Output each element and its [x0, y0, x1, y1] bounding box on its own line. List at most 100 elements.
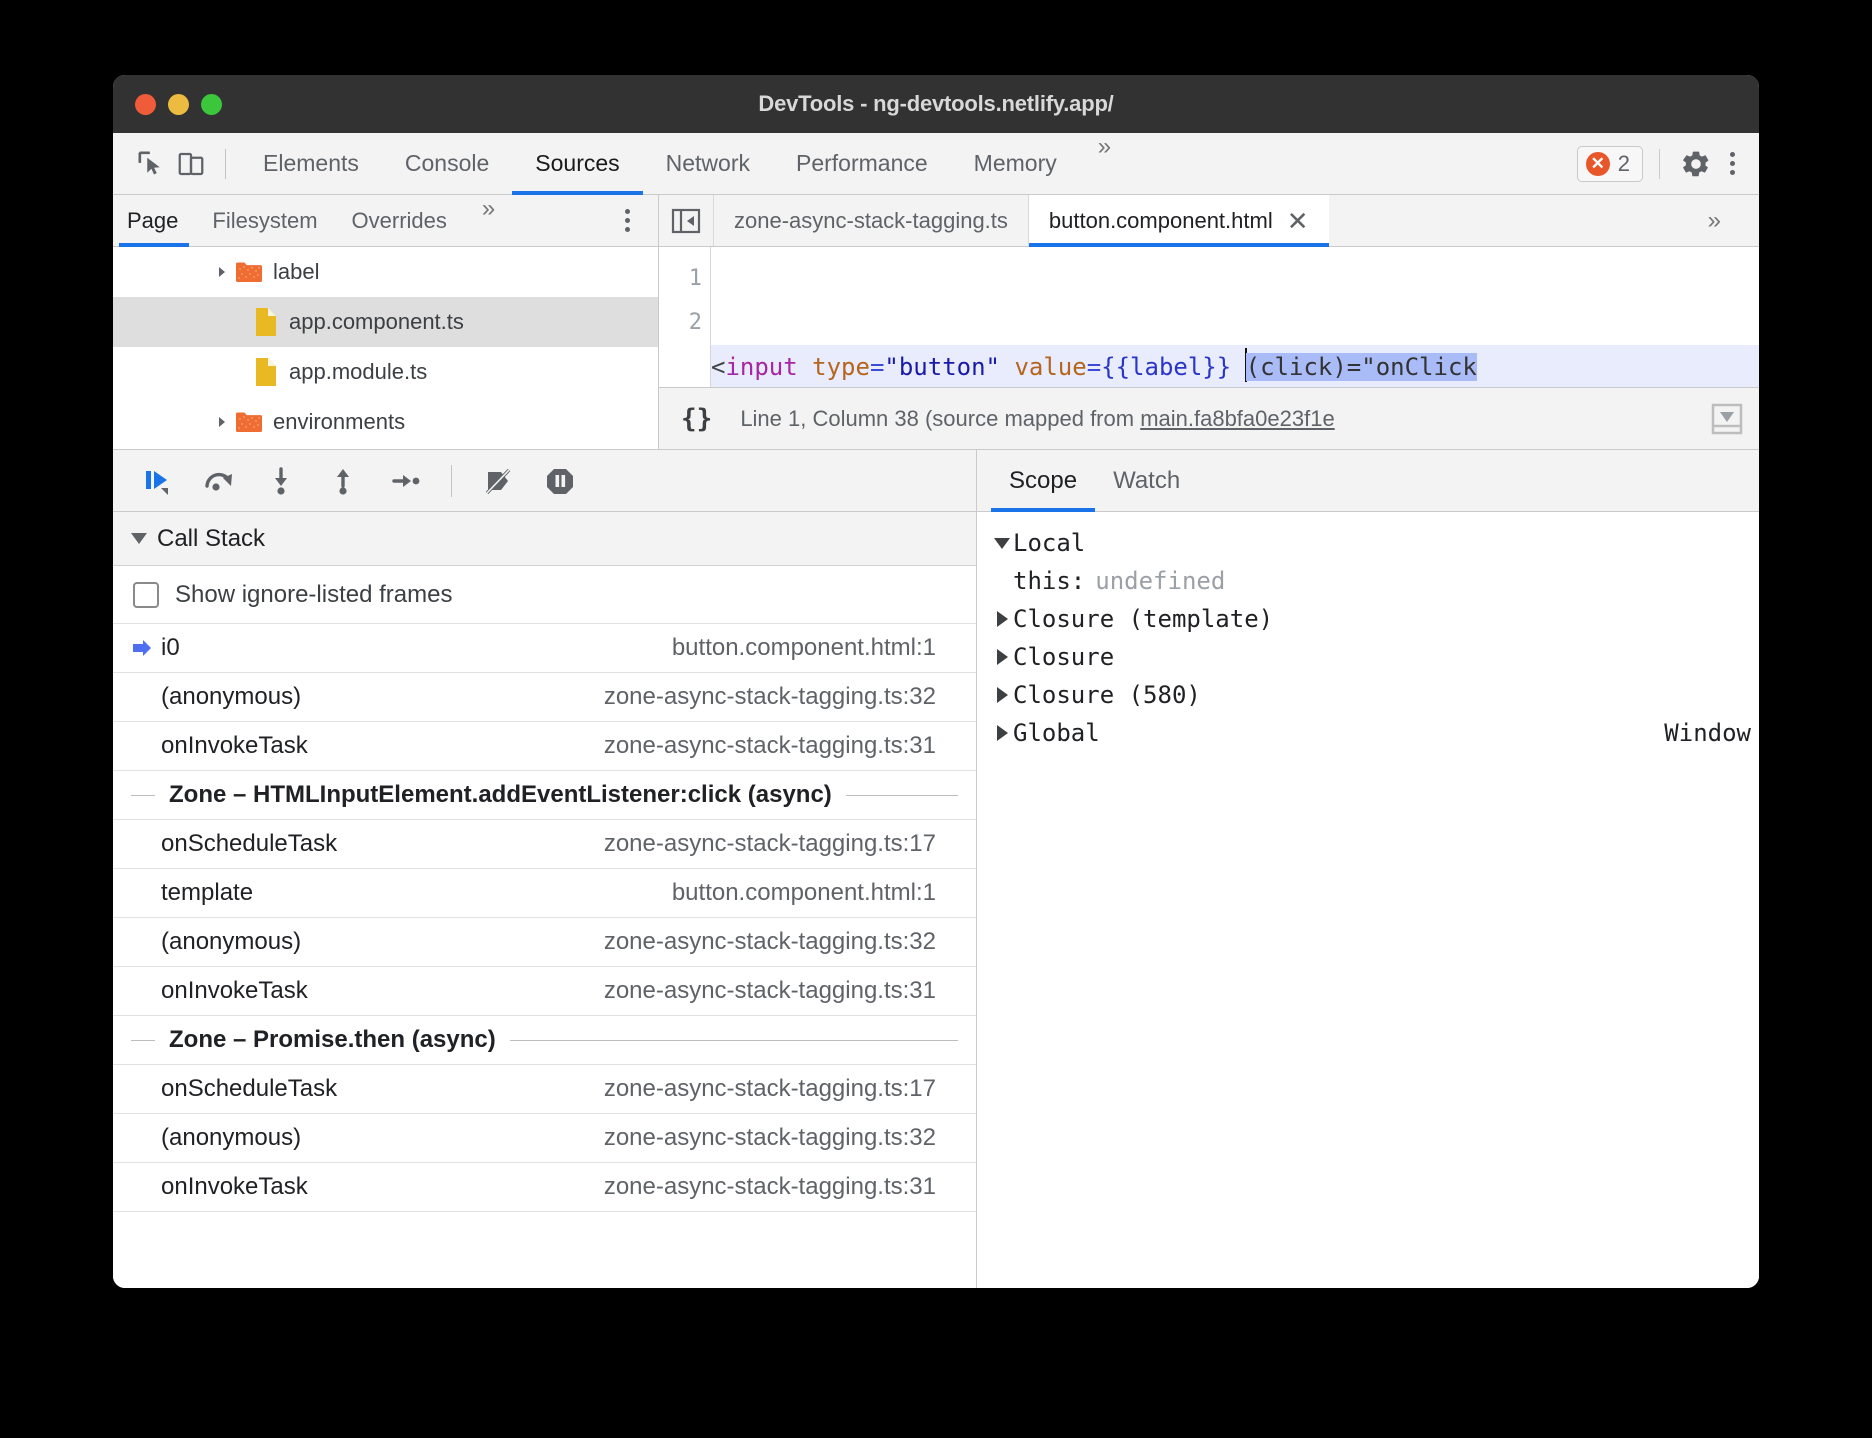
- scope-group-global[interactable]: Global Window: [977, 714, 1759, 752]
- show-navigator-icon[interactable]: [659, 195, 713, 246]
- device-toolbar-icon[interactable]: [171, 144, 211, 184]
- call-stack-location: zone-async-stack-tagging.ts:32: [604, 683, 936, 711]
- tree-item-app-module-ts[interactable]: app.module.ts: [113, 347, 658, 397]
- code-token-open-bracket: <: [711, 353, 725, 381]
- tab-scope[interactable]: Scope: [991, 450, 1095, 511]
- call-stack-location: button.component.html:1: [672, 879, 936, 907]
- chevron-right-icon[interactable]: [991, 725, 1013, 741]
- call-stack-row[interactable]: onScheduleTask zone-async-stack-tagging.…: [113, 1065, 976, 1114]
- call-stack-function-name: onScheduleTask: [161, 830, 604, 858]
- async-separator-label: Zone – HTMLInputElement.addEventListener…: [169, 781, 832, 809]
- toolbar-right-group: ✕ 2: [1577, 144, 1745, 184]
- code-content[interactable]: <input type="button" value={{label}} (cl…: [711, 247, 1759, 387]
- async-divider-right: [510, 1040, 958, 1041]
- show-more-icon[interactable]: [1687, 401, 1745, 437]
- call-stack-row[interactable]: onInvokeTask zone-async-stack-tagging.ts…: [113, 967, 976, 1016]
- toolbar-divider: [225, 149, 226, 179]
- pause-on-exceptions-icon[interactable]: [532, 457, 588, 505]
- tab-console[interactable]: Console: [382, 133, 512, 194]
- nav-tab-page[interactable]: Page: [113, 195, 195, 246]
- call-stack-row[interactable]: onInvokeTask zone-async-stack-tagging.ts…: [113, 1163, 976, 1212]
- scope-group-closure-580[interactable]: Closure (580): [977, 676, 1759, 714]
- close-icon[interactable]: ✕: [1287, 208, 1309, 234]
- nav-tab-filesystem[interactable]: Filesystem: [195, 195, 334, 246]
- debugger-toolbar: [113, 450, 976, 512]
- code-editor[interactable]: 1 2 <input type="button" value={{label}}…: [659, 247, 1759, 387]
- scope-group-closure[interactable]: Closure: [977, 638, 1759, 676]
- chevron-right-icon[interactable]: [991, 649, 1013, 665]
- tree-item-environments-folder[interactable]: environments: [113, 397, 658, 447]
- gear-icon[interactable]: [1676, 144, 1716, 184]
- call-stack-row[interactable]: onScheduleTask zone-async-stack-tagging.…: [113, 820, 976, 869]
- devtools-main-toolbar: Elements Console Sources Network Perform…: [113, 133, 1759, 195]
- call-stack-row[interactable]: (anonymous) zone-async-stack-tagging.ts:…: [113, 673, 976, 722]
- step-into-icon[interactable]: [253, 457, 309, 505]
- inspect-element-icon[interactable]: [131, 144, 171, 184]
- minimize-button[interactable]: [168, 94, 189, 115]
- step-icon[interactable]: [377, 457, 433, 505]
- scope-property-this[interactable]: this: undefined: [977, 562, 1759, 600]
- call-stack-row[interactable]: (anonymous) zone-async-stack-tagging.ts:…: [113, 918, 976, 967]
- source-map-link[interactable]: main.fa8bfa0e23f1e: [1140, 406, 1335, 431]
- call-stack-row[interactable]: onInvokeTask zone-async-stack-tagging.ts…: [113, 722, 976, 771]
- tab-elements[interactable]: Elements: [240, 133, 382, 194]
- chevron-right-icon[interactable]: [209, 259, 235, 285]
- tab-network[interactable]: Network: [643, 133, 773, 194]
- call-stack-row-active[interactable]: i0 button.component.html:1: [113, 624, 976, 673]
- chevron-right-icon[interactable]: [991, 611, 1013, 627]
- current-frame-arrow-icon: [131, 639, 161, 657]
- scope-group-local[interactable]: Local: [977, 524, 1759, 562]
- cursor-position-status: Line 1, Column 38 (source mapped from ma…: [740, 406, 1334, 432]
- call-stack-function-name: onInvokeTask: [161, 1173, 604, 1201]
- chevron-right-icon[interactable]: [209, 409, 235, 435]
- editor-tab-button-component-html[interactable]: button.component.html ✕: [1028, 195, 1329, 246]
- show-ignore-listed-frames-label: Show ignore-listed frames: [175, 581, 452, 609]
- show-ignore-listed-frames-checkbox[interactable]: [133, 582, 159, 608]
- folder-icon: [235, 410, 263, 434]
- more-navigator-tabs-chevron-icon[interactable]: »: [464, 195, 513, 246]
- step-out-icon[interactable]: [315, 457, 371, 505]
- tab-memory[interactable]: Memory: [951, 133, 1080, 194]
- tree-item-label-folder[interactable]: label: [113, 247, 658, 297]
- deactivate-breakpoints-icon[interactable]: [470, 457, 526, 505]
- chevron-down-icon[interactable]: [991, 538, 1013, 549]
- scope-group-closure-template[interactable]: Closure (template): [977, 600, 1759, 638]
- navigator-menu-button[interactable]: [615, 195, 658, 246]
- zoom-button[interactable]: [201, 94, 222, 115]
- code-token-selected-click-binding: (click)="onClick: [1246, 353, 1477, 381]
- editor-tab-zone-async-stack-tagging[interactable]: zone-async-stack-tagging.ts: [713, 195, 1028, 246]
- more-editor-tabs-chevron-icon[interactable]: »: [1670, 195, 1759, 246]
- error-count-badge[interactable]: ✕ 2: [1577, 146, 1643, 182]
- chevron-right-icon[interactable]: [991, 687, 1013, 703]
- file-tree: label app.component.ts app.module.ts: [113, 247, 658, 449]
- call-stack-location: zone-async-stack-tagging.ts:31: [604, 1173, 936, 1201]
- pretty-print-icon[interactable]: {}: [681, 404, 712, 434]
- kebab-menu-icon[interactable]: [1720, 144, 1745, 183]
- nav-tab-overrides[interactable]: Overrides: [335, 195, 464, 246]
- sources-upper-split: Page Filesystem Overrides »: [113, 195, 1759, 450]
- step-over-icon[interactable]: [191, 457, 247, 505]
- call-stack-section-header[interactable]: Call Stack: [113, 512, 976, 566]
- more-panels-chevron-icon[interactable]: »: [1080, 133, 1129, 194]
- close-button[interactable]: [135, 94, 156, 115]
- folder-icon: [235, 260, 263, 284]
- call-stack-location: zone-async-stack-tagging.ts:32: [604, 928, 936, 956]
- call-stack-row[interactable]: (anonymous) zone-async-stack-tagging.ts:…: [113, 1114, 976, 1163]
- show-ignore-listed-frames-row[interactable]: Show ignore-listed frames: [113, 566, 976, 624]
- scope-group-value: Window: [1664, 719, 1759, 747]
- call-stack-location: button.component.html:1: [672, 634, 936, 662]
- file-icon: [253, 357, 279, 387]
- window-titlebar: DevTools - ng-devtools.netlify.app/: [113, 75, 1759, 133]
- call-stack-row[interactable]: template button.component.html:1: [113, 869, 976, 918]
- code-line-1[interactable]: <input type="button" value={{label}} (cl…: [711, 345, 1759, 387]
- tab-sources[interactable]: Sources: [512, 133, 642, 194]
- resume-icon[interactable]: [129, 457, 185, 505]
- file-icon: [253, 307, 279, 337]
- window-controls: [135, 94, 222, 115]
- scope-group-label: Global: [1013, 719, 1100, 747]
- tab-performance[interactable]: Performance: [773, 133, 951, 194]
- code-token-interpolation-label: {{label}}: [1101, 353, 1231, 381]
- tab-watch[interactable]: Watch: [1095, 450, 1198, 511]
- async-divider-right: [846, 795, 958, 796]
- tree-item-app-component-ts[interactable]: app.component.ts: [113, 297, 658, 347]
